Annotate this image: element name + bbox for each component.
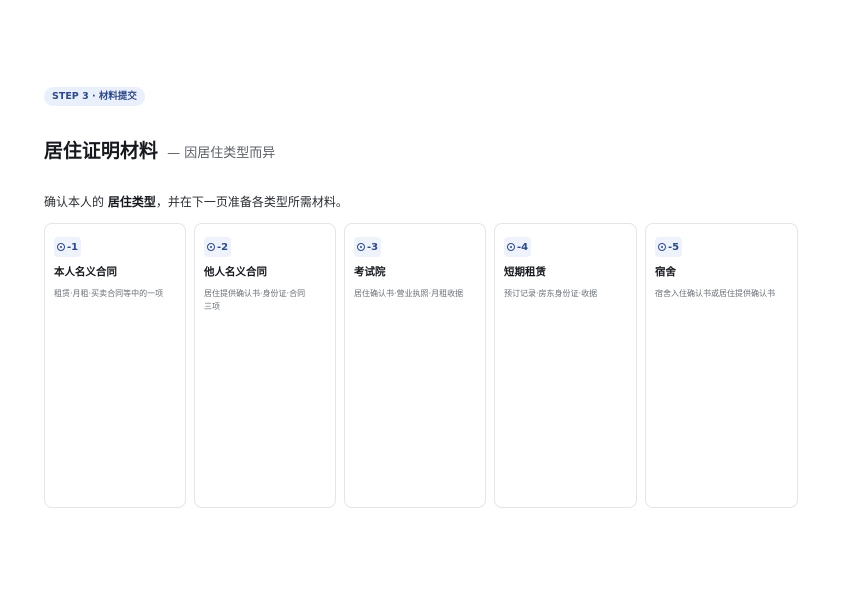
intro-emphasis: 居住类型 <box>107 195 156 209</box>
intro-text: 确认本人的 居住类型，并在下一页准备各类型所需材料。 <box>44 193 348 210</box>
step-badge: STEP 3 · 材料提交 <box>44 87 145 106</box>
card-code-label: -1 <box>67 241 79 253</box>
card-code-label: -2 <box>217 241 229 253</box>
card-desc: 预订记录·房东身份证·收据 <box>504 289 598 298</box>
card-title: 本人名义合同 <box>54 266 117 278</box>
card-desc: 宿舍入住确认书或居住提供确认书 <box>655 289 775 298</box>
page-title: 居住证明材料 <box>44 140 159 162</box>
card-title: 他人名义合同 <box>204 266 267 278</box>
target-icon <box>207 243 215 251</box>
residence-type-card[interactable]: -2 他人名义合同 居住提供确认书·身份证·合同 三项 <box>194 223 336 508</box>
card-code-label: -5 <box>668 241 680 253</box>
residence-type-card[interactable]: -3 考试院 居住确认书·营业执照·月租收据 <box>344 223 486 508</box>
residence-type-card[interactable]: -4 短期租赁 预订记录·房东身份证·收据 <box>494 223 637 508</box>
card-code: -4 <box>504 237 532 257</box>
card-desc: 居住提供确认书·身份证·合同 三项 <box>204 289 306 311</box>
card-code: -2 <box>204 237 232 257</box>
intro-suffix: ，并在下一页准备各类型所需材料。 <box>155 195 348 209</box>
card-title: 短期租赁 <box>504 266 546 278</box>
page-heading: 居住证明材料 — 因居住类型而异 <box>44 136 275 163</box>
card-desc: 租赁·月租·买卖合同等中的一项 <box>54 289 164 298</box>
card-desc: 居住确认书·营业执照·月租收据 <box>354 289 464 298</box>
target-icon <box>507 243 515 251</box>
target-icon <box>658 243 666 251</box>
card-title: 考试院 <box>354 266 386 278</box>
page-subtitle: — 因居住类型而异 <box>167 146 276 161</box>
target-icon <box>357 243 365 251</box>
residence-type-card[interactable]: -5 宿舍 宿舍入住确认书或居住提供确认书 <box>645 223 798 508</box>
intro-prefix: 确认本人的 <box>44 195 108 209</box>
target-icon <box>57 243 65 251</box>
card-code: -1 <box>54 237 82 257</box>
card-code-label: -4 <box>517 241 529 253</box>
card-code: -5 <box>655 237 683 257</box>
residence-type-card[interactable]: -1 本人名义合同 租赁·月租·买卖合同等中的一项 <box>44 223 186 508</box>
card-code-label: -3 <box>367 241 379 253</box>
card-title: 宿舍 <box>655 266 676 278</box>
card-code: -3 <box>354 237 382 257</box>
